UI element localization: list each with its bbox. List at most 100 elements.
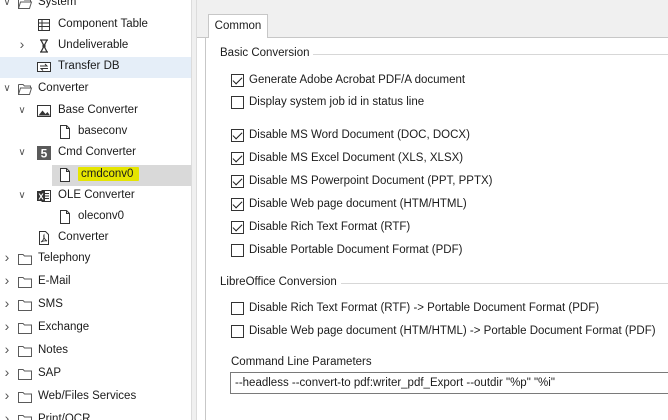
tree-item-label: E-Mail [38, 275, 71, 287]
chevron-down-icon[interactable]: ∨ [17, 106, 27, 116]
basic-option-8[interactable]: Disable Portable Document Format (PDF) [231, 241, 462, 259]
checkbox-label: Disable Rich Text Format (RTF) -> Portab… [249, 302, 600, 314]
tree-item-label: Print/OCR [38, 413, 91, 420]
basic-option-6[interactable]: Disable Web page document (HTM/HTML) [231, 195, 467, 213]
chevron-right-icon[interactable]: › [17, 37, 27, 51]
libreoffice-conversion-title: LibreOffice Conversion [220, 276, 341, 288]
tab-common-label: Common [214, 20, 262, 32]
tree-item-print-ocr[interactable]: › Print/OCR [0, 410, 191, 420]
checkbox-checked[interactable] [231, 151, 244, 165]
checkbox-label: Disable Web page document (HTM/HTML) [249, 198, 467, 210]
folder-icon [17, 343, 33, 359]
tree-item-label: Cmd Converter [58, 146, 136, 158]
document-icon [57, 209, 73, 225]
tree-item-baseconv[interactable]: baseconv [0, 122, 191, 143]
checkbox-label: Disable MS Excel Document (XLS, XLSX) [249, 152, 464, 164]
basic-option-2[interactable]: Display system job id in status line [231, 93, 424, 111]
command-line-input[interactable] [230, 372, 668, 394]
folder-open-icon [17, 81, 33, 97]
checkbox-unchecked[interactable] [231, 243, 244, 257]
tree-item-e-mail[interactable]: › E-Mail [0, 272, 191, 293]
checkbox-label: Disable Rich Text Format (RTF) [249, 221, 411, 233]
checkbox-checked[interactable] [231, 197, 244, 211]
transfer-db-icon [36, 59, 52, 75]
tab-common[interactable]: Common [208, 14, 268, 38]
chevron-right-icon[interactable]: › [2, 250, 12, 264]
chevron-down-icon[interactable]: ∨ [17, 148, 27, 158]
tree-item-label: baseconv [78, 125, 128, 137]
tree-item-undeliverable[interactable]: › Undeliverable [0, 36, 191, 57]
chevron-down-icon[interactable]: ∨ [2, 0, 12, 8]
tree-item-label: SMS [38, 298, 63, 310]
tree-item-cmd-converter[interactable]: ∨ 5 Cmd Converter [0, 143, 191, 164]
checkbox-unchecked[interactable] [231, 301, 244, 315]
tree-item-label: Web/Files Services [38, 390, 137, 402]
tree-item-telephony[interactable]: › Telephony [0, 249, 191, 270]
checkbox-checked[interactable] [231, 73, 244, 87]
tree-item-component-table[interactable]: Component Table [0, 15, 191, 36]
tree-item-label: Undeliverable [58, 39, 129, 51]
folder-icon [17, 251, 33, 267]
checkbox-label: Disable Web page document (HTM/HTML) -> … [249, 325, 656, 337]
chevron-right-icon[interactable]: › [2, 411, 12, 420]
number-five-icon: 5 [36, 145, 52, 161]
libre-option-1[interactable]: Disable Rich Text Format (RTF) -> Portab… [231, 299, 599, 317]
tree-item-label: Exchange [38, 321, 90, 333]
tree-item-label: Component Table [58, 18, 148, 30]
tree-item-label: cmdconv0 [78, 167, 140, 181]
folder-icon [17, 389, 33, 405]
chevron-right-icon[interactable]: › [2, 296, 12, 310]
basic-option-5[interactable]: Disable MS Powerpoint Document (PPT, PPT… [231, 172, 493, 190]
tree-item-label: Telephony [38, 252, 91, 264]
excel-icon: X [36, 188, 52, 204]
checkbox-label: Generate Adobe Acrobat PDF/A document [249, 74, 466, 86]
navigation-tree: ∨ System Component Table › Undeliverable Tran… [0, 0, 191, 420]
tree-item-label: Converter [38, 82, 89, 94]
chevron-right-icon[interactable]: › [2, 273, 12, 287]
tree-item-label: oleconv0 [78, 210, 125, 222]
folder-icon [17, 297, 33, 313]
folder-icon [17, 366, 33, 382]
checkbox-label: Disable MS Word Document (DOC, DOCX) [249, 129, 470, 141]
checkbox-label: Display system job id in status line [249, 96, 425, 108]
checkbox-label: Disable MS Powerpoint Document (PPT, PPT… [249, 175, 493, 187]
image-icon [36, 103, 52, 119]
chevron-right-icon[interactable]: › [2, 319, 12, 333]
checkbox-label: Disable Portable Document Format (PDF) [249, 244, 463, 256]
chevron-right-icon[interactable]: › [2, 388, 12, 402]
tree-item-system[interactable]: ∨ System [0, 0, 191, 14]
checkbox-checked[interactable] [231, 128, 244, 142]
basic-option-4[interactable]: Disable MS Excel Document (XLS, XLSX) [231, 149, 463, 167]
chevron-down-icon[interactable]: ∨ [2, 84, 12, 94]
basic-option-3[interactable]: Disable MS Word Document (DOC, DOCX) [231, 126, 470, 144]
tree-item-label: Converter [58, 231, 109, 243]
tree-item-exchange[interactable]: › Exchange [0, 318, 191, 339]
tree-item-label: Notes [38, 344, 69, 356]
tree-item-label: Transfer DB [58, 60, 120, 72]
tree-item-base-converter[interactable]: ∨ Base Converter [0, 101, 191, 122]
tree-item-notes[interactable]: › Notes [0, 341, 191, 362]
chevron-down-icon[interactable]: ∨ [17, 191, 27, 201]
tab-strip: Common [197, 0, 668, 38]
svg-text:5: 5 [41, 147, 48, 161]
checkbox-unchecked[interactable] [231, 95, 244, 109]
svg-text:X: X [38, 193, 44, 202]
tree-item-cmdconv0[interactable]: cmdconv0 [52, 165, 191, 186]
pdf-document-icon [36, 230, 52, 246]
tree-item-transfer-db[interactable]: Transfer DB [0, 57, 191, 78]
checkbox-checked[interactable] [231, 174, 244, 188]
tree-item-ole-converter[interactable]: ∨ X OLE Converter [0, 186, 191, 207]
basic-option-1[interactable]: Generate Adobe Acrobat PDF/A document [231, 71, 465, 89]
tree-item-sap[interactable]: › SAP [0, 364, 191, 385]
tree-item-sms[interactable]: › SMS [0, 295, 191, 316]
checkbox-checked[interactable] [231, 220, 244, 234]
tree-item-converter[interactable]: Converter [0, 228, 191, 249]
tree-item-converter[interactable]: ∨ Converter [0, 79, 191, 100]
tree-item-oleconv0[interactable]: oleconv0 [0, 207, 191, 228]
libre-option-2[interactable]: Disable Web page document (HTM/HTML) -> … [231, 322, 656, 340]
basic-option-7[interactable]: Disable Rich Text Format (RTF) [231, 218, 410, 236]
tree-item-web-files-services[interactable]: › Web/Files Services [0, 387, 191, 408]
chevron-right-icon[interactable]: › [2, 342, 12, 356]
chevron-right-icon[interactable]: › [2, 365, 12, 379]
checkbox-unchecked[interactable] [231, 324, 244, 338]
